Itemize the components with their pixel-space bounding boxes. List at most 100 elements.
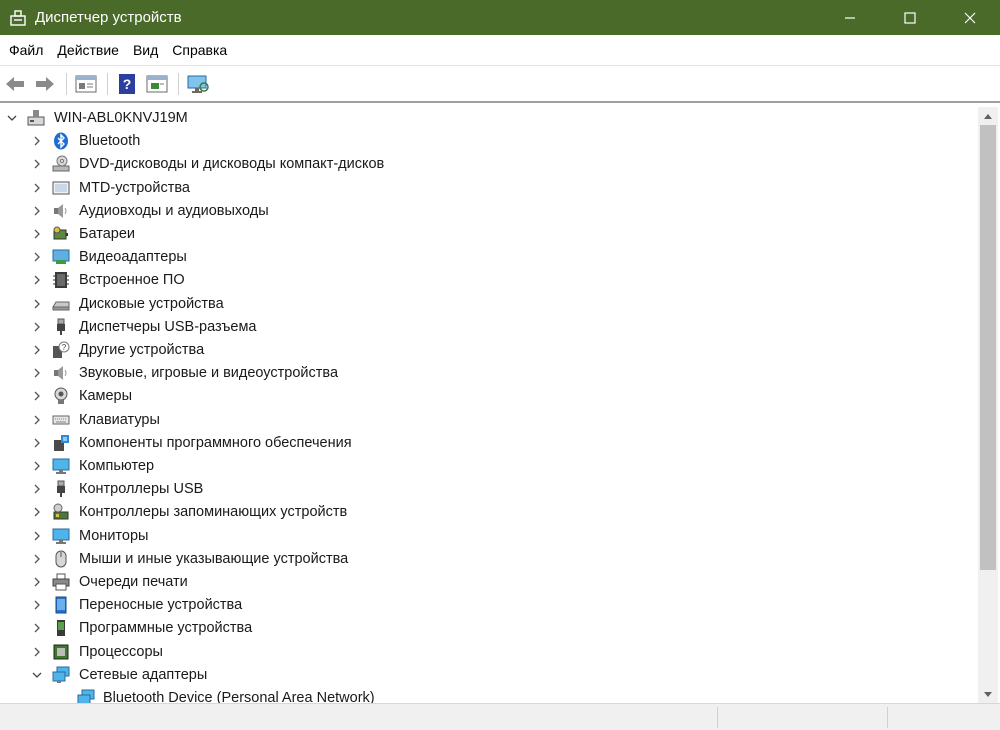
chevron-right-icon[interactable] (30, 227, 44, 241)
tree-category-label: Мониторы (79, 528, 149, 544)
tree-category[interactable]: Дисковые устройства (0, 293, 978, 316)
tree-category[interactable]: Компоненты программного обеспечения (0, 432, 978, 455)
maximize-icon (904, 11, 916, 24)
chevron-down-icon[interactable] (5, 111, 19, 125)
software-component-icon (52, 434, 70, 452)
chevron-right-icon[interactable] (30, 343, 44, 357)
chevron-right-icon[interactable] (30, 505, 44, 519)
update-driver-button[interactable] (144, 71, 170, 97)
chevron-right-icon[interactable] (30, 621, 44, 635)
chevron-right-icon[interactable] (30, 157, 44, 171)
tree-category[interactable]: Диспетчеры USB-разъема (0, 316, 978, 339)
tree-category-label: Контроллеры USB (79, 481, 204, 497)
chevron-right-icon[interactable] (30, 320, 44, 334)
battery-icon (52, 225, 70, 243)
tree-category[interactable]: Встроенное ПО (0, 269, 978, 292)
chevron-right-icon[interactable] (30, 598, 44, 612)
tree-category[interactable]: Камеры (0, 385, 978, 408)
tree-category[interactable]: Клавиатуры (0, 409, 978, 432)
tree-root[interactable]: WIN-ABL0KNVJ19M (0, 107, 978, 130)
tree-category[interactable]: Очереди печати (0, 571, 978, 594)
tree-category-label: Переносные устройства (79, 597, 243, 613)
tree-category[interactable]: Аудиовходы и аудиовыходы (0, 200, 978, 223)
unknown-device-icon: ? (52, 341, 70, 359)
tree-category[interactable]: Контроллеры USB (0, 478, 978, 501)
chevron-right-icon[interactable] (30, 552, 44, 566)
tree-category[interactable]: Мониторы (0, 525, 978, 548)
tree-category[interactable]: Видеоадаптеры (0, 246, 978, 269)
tree-category[interactable]: ? Другие устройства (0, 339, 978, 362)
tree-category-label: Встроенное ПО (79, 272, 185, 288)
help-icon: ? (119, 73, 135, 94)
tree-category[interactable]: Программные устройства (0, 617, 978, 640)
tree-category-label: DVD-дисководы и дисководы компакт-дисков (79, 156, 385, 172)
status-pane (887, 707, 1000, 728)
tree-category[interactable]: Звуковые, игровые и видеоустройства (0, 362, 978, 385)
scroll-up-icon[interactable] (978, 107, 998, 124)
forward-button[interactable] (32, 71, 58, 97)
tree-device[interactable]: Bluetooth Device (Personal Area Network) (0, 687, 978, 703)
tree-category[interactable]: Переносные устройства (0, 594, 978, 617)
tree-category-label: Процессоры (79, 644, 163, 660)
monitor-icon (52, 457, 70, 475)
chevron-right-icon[interactable] (30, 250, 44, 264)
chevron-right-icon[interactable] (30, 134, 44, 148)
chevron-right-icon[interactable] (30, 273, 44, 287)
chevron-right-icon[interactable] (30, 482, 44, 496)
tree-category[interactable]: Контроллеры запоминающих устройств (0, 501, 978, 524)
chevron-right-icon[interactable] (30, 413, 44, 427)
minimize-button[interactable] (820, 0, 880, 35)
tree-category[interactable]: Процессоры (0, 641, 978, 664)
network-adapter-icon (77, 689, 95, 703)
chevron-down-icon[interactable] (30, 668, 44, 682)
tree-category-label: Батареи (79, 226, 136, 242)
tree-category-label: Звуковые, игровые и видеоустройства (79, 365, 339, 381)
sound-device-icon (52, 364, 70, 382)
help-button[interactable]: ? (114, 71, 140, 97)
device-tree-panel: WIN-ABL0KNVJ19M Bluetooth DVD-дисководы и… (0, 101, 1000, 703)
tree-category[interactable]: Bluetooth (0, 130, 978, 153)
tree-category-label: Диспетчеры USB-разъема (79, 319, 257, 335)
mouse-icon (52, 550, 70, 568)
menu-view[interactable]: Вид (126, 35, 165, 65)
menu-file[interactable]: Файл (2, 35, 50, 65)
tree-category-label: Мыши и иные указывающие устройства (79, 551, 349, 567)
toolbar-separator (66, 72, 67, 95)
menu-help[interactable]: Справка (165, 35, 234, 65)
tree-category[interactable]: Сетевые адаптеры (0, 664, 978, 687)
dvd-drive-icon (52, 155, 70, 173)
menu-action[interactable]: Действие (50, 35, 126, 65)
tree-category[interactable]: DVD-дисководы и дисководы компакт-дисков (0, 153, 978, 176)
close-button[interactable] (940, 0, 1000, 35)
properties-icon (75, 75, 97, 92)
chevron-right-icon[interactable] (30, 366, 44, 380)
toolbar-separator (107, 72, 108, 95)
chevron-right-icon[interactable] (30, 529, 44, 543)
chevron-right-icon[interactable] (30, 459, 44, 473)
chevron-right-icon[interactable] (30, 436, 44, 450)
maximize-button[interactable] (880, 0, 940, 35)
vertical-scrollbar[interactable] (978, 107, 998, 703)
tree-category[interactable]: Мыши и иные указывающие устройства (0, 548, 978, 571)
scan-hardware-icon (187, 75, 209, 93)
chevron-right-icon[interactable] (30, 389, 44, 403)
tree-category[interactable]: Компьютер (0, 455, 978, 478)
properties-button[interactable] (73, 71, 99, 97)
scroll-down-icon[interactable] (978, 686, 998, 703)
chevron-right-icon[interactable] (30, 575, 44, 589)
scrollbar-thumb[interactable] (980, 125, 996, 570)
tree-category[interactable]: MTD-устройства (0, 177, 978, 200)
back-button[interactable] (2, 71, 28, 97)
chevron-right-icon[interactable] (30, 181, 44, 195)
tree-category-label: Очереди печати (79, 574, 188, 590)
scan-hardware-button[interactable] (185, 71, 211, 97)
tree-category-label: Компоненты программного обеспечения (79, 435, 352, 451)
tree-category-label: Другие устройства (79, 342, 205, 358)
tree-category-label: Камеры (79, 388, 133, 404)
chevron-right-icon[interactable] (30, 204, 44, 218)
tree-category[interactable]: Батареи (0, 223, 978, 246)
chevron-right-icon[interactable] (30, 645, 44, 659)
camera-icon (52, 387, 70, 405)
chevron-right-icon[interactable] (30, 297, 44, 311)
device-manager-icon (9, 9, 27, 27)
